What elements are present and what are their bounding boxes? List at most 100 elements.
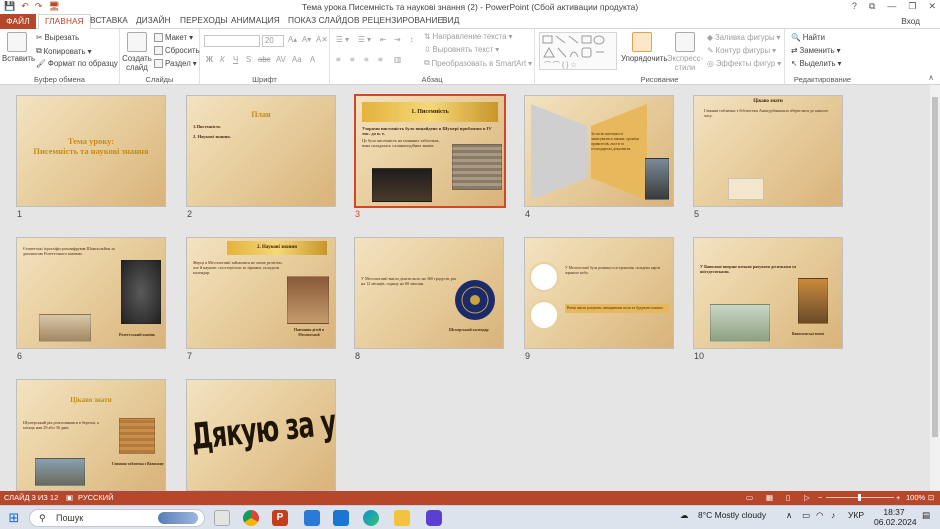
bold-button[interactable]: Ж bbox=[206, 55, 213, 64]
change-case-button[interactable]: Aa bbox=[292, 55, 302, 64]
slide-thumbnail-12[interactable]: Дякую за увагу! bbox=[186, 379, 336, 491]
bullets-icon[interactable]: ☰ ▾ bbox=[336, 35, 349, 44]
tab-insert[interactable]: ВСТАВКА bbox=[90, 15, 128, 25]
tray-chevron-icon[interactable]: ∧ bbox=[786, 510, 792, 521]
clear-format-button[interactable]: A✕ bbox=[316, 35, 328, 44]
justify-icon[interactable]: ≡ bbox=[378, 55, 383, 64]
tab-design[interactable]: ДИЗАЙН bbox=[136, 15, 171, 25]
slide-thumbnail-9[interactable]: У Месопотамії була розвинута астрономія,… bbox=[524, 237, 674, 349]
shape-outline-button[interactable]: ✎ Контур фигуры ▾ bbox=[707, 46, 776, 55]
smartart-button[interactable]: ⧉ Преобразовать в SmartArt ▾ bbox=[424, 58, 532, 68]
store-icon[interactable] bbox=[304, 510, 320, 526]
strikethrough-button[interactable]: abc bbox=[258, 55, 271, 64]
select-button[interactable]: ↖ Выделить ▾ bbox=[791, 59, 841, 68]
slide-thumbnail-10[interactable]: У Вавилоні вперше почали рахувати десятк… bbox=[693, 237, 843, 349]
format-painter-button[interactable]: 🖌 Формат по образцу bbox=[36, 59, 118, 68]
slide-sorter-view-icon[interactable]: ▦ bbox=[766, 493, 773, 502]
text-direction-button[interactable]: ⇅ Направление текста ▾ bbox=[424, 32, 512, 41]
notifications-icon[interactable]: ▤ bbox=[922, 510, 930, 521]
network-icon[interactable]: ▭ bbox=[802, 510, 810, 521]
char-spacing-button[interactable]: AV bbox=[276, 55, 286, 64]
slide-thumbnail-11[interactable]: Цікаво знати Шумерський рік розпочинався… bbox=[16, 379, 166, 491]
keyboard-language[interactable]: УКР bbox=[848, 510, 864, 520]
mail-icon[interactable] bbox=[333, 510, 349, 526]
slide-thumbnail-4[interactable]: За часів писемності записувались закони,… bbox=[524, 95, 674, 207]
arrange-button[interactable]: Упорядочить bbox=[621, 32, 667, 63]
clock[interactable]: 18:37 06.02.2024 bbox=[874, 507, 917, 527]
zoom-slider[interactable] bbox=[826, 494, 894, 501]
weather-icon[interactable]: ☁ bbox=[680, 510, 689, 521]
shape-fill-button[interactable]: ◆ Заливка фигуры ▾ bbox=[707, 33, 780, 42]
tab-view[interactable]: ВИД bbox=[442, 15, 459, 25]
shape-effects-button[interactable]: ◎ Эффекты фигур ▾ bbox=[707, 59, 781, 68]
paste-button[interactable]: Вставить bbox=[2, 32, 35, 63]
quick-styles-button[interactable]: Экспресс-стили bbox=[665, 32, 705, 72]
search-box[interactable]: ⚲ Пошук bbox=[29, 509, 205, 527]
copy-button[interactable]: ⧉ Копировать ▾ bbox=[36, 46, 91, 56]
task-view-icon[interactable] bbox=[214, 510, 230, 526]
font-name-input[interactable] bbox=[204, 35, 260, 47]
tab-home[interactable]: ГЛАВНАЯ bbox=[38, 14, 91, 30]
ribbon-display-icon[interactable]: ⧉ bbox=[869, 1, 875, 12]
reading-view-icon[interactable]: ▯ bbox=[786, 493, 790, 502]
edge-icon[interactable] bbox=[363, 510, 379, 526]
slideshow-view-icon[interactable]: ▷ bbox=[804, 493, 810, 502]
minimize-icon[interactable]: — bbox=[887, 1, 896, 12]
underline-button[interactable]: Ч bbox=[233, 55, 238, 64]
shrink-font-button[interactable]: A▾ bbox=[302, 35, 311, 44]
shadow-button[interactable]: S bbox=[246, 55, 251, 64]
normal-view-icon[interactable]: ▭ bbox=[746, 493, 753, 502]
vertical-scrollbar[interactable] bbox=[930, 85, 940, 491]
sign-in-link[interactable]: Вход bbox=[901, 16, 920, 26]
slide-thumbnail-6[interactable]: Єгипетські ієрогліфи розшифрував Шамполь… bbox=[16, 237, 166, 349]
help-icon[interactable]: ? bbox=[852, 1, 857, 12]
layout-button[interactable]: Макет ▾ bbox=[154, 33, 193, 42]
wifi-icon[interactable]: ◠ bbox=[816, 510, 823, 521]
font-size-input[interactable]: 20 bbox=[262, 35, 284, 47]
replace-button[interactable]: ⇄ Заменить ▾ bbox=[791, 46, 841, 55]
tab-slideshow[interactable]: ПОКАЗ СЛАЙДОВ bbox=[288, 15, 360, 25]
columns-icon[interactable]: ▥ bbox=[394, 55, 401, 64]
new-slide-button[interactable]: Создать слайд bbox=[122, 32, 152, 72]
tab-transitions[interactable]: ПЕРЕХОДЫ bbox=[180, 15, 228, 25]
language-indicator[interactable]: РУССКИЙ bbox=[78, 493, 114, 502]
tab-animations[interactable]: АНИМАЦИЯ bbox=[231, 15, 280, 25]
slide-thumbnail-3[interactable]: 1. Писемність Узорами писемність було ви… bbox=[354, 94, 506, 208]
powerpoint-icon[interactable]: P bbox=[272, 510, 288, 526]
proofing-icon[interactable]: ▣ bbox=[66, 493, 73, 502]
fit-slide-icon[interactable]: ⊡ bbox=[928, 493, 934, 502]
align-center-icon[interactable]: ≡ bbox=[350, 55, 355, 64]
slide-thumbnail-7[interactable]: 2. Наукові знання Жерці в Месопотамії за… bbox=[186, 237, 336, 349]
zoom-level[interactable]: 100% bbox=[906, 493, 925, 502]
font-color-button[interactable]: A bbox=[310, 55, 315, 64]
volume-icon[interactable]: ♪ bbox=[831, 510, 835, 520]
windows-start-icon[interactable]: ⊞ bbox=[6, 510, 22, 526]
cut-button[interactable]: ✂ Вырезать bbox=[36, 33, 79, 42]
italic-button[interactable]: К bbox=[220, 55, 225, 64]
align-right-icon[interactable]: ≡ bbox=[364, 55, 369, 64]
align-text-button[interactable]: ⇳ Выровнять текст ▾ bbox=[424, 45, 499, 54]
line-spacing-icon[interactable]: ↕ bbox=[410, 35, 414, 44]
scrollbar-thumb[interactable] bbox=[932, 97, 938, 437]
tab-review[interactable]: РЕЦЕНЗИРОВАНИЕ bbox=[362, 15, 443, 25]
zoom-in-icon[interactable]: + bbox=[896, 493, 900, 502]
slide-thumbnail-8[interactable]: У Месопотамії вміли ділити коло на 360 г… bbox=[354, 237, 504, 349]
increase-indent-icon[interactable]: ⇥ bbox=[394, 35, 401, 44]
zoom-out-icon[interactable]: − bbox=[818, 493, 822, 502]
align-left-icon[interactable]: ≡ bbox=[336, 55, 341, 64]
section-button[interactable]: Раздел ▾ bbox=[154, 59, 197, 68]
shapes-gallery[interactable]: ⌒ ⌒ { } ☆ bbox=[539, 32, 617, 70]
decrease-indent-icon[interactable]: ⇤ bbox=[380, 35, 387, 44]
close-icon[interactable]: ✕ bbox=[928, 1, 936, 12]
phone-link-icon[interactable] bbox=[426, 510, 442, 526]
weather-text[interactable]: 8°C Mostly cloudy bbox=[698, 510, 766, 520]
slide-thumbnail-5[interactable]: Цікаво знати Глиняні таблички з бібліоте… bbox=[693, 95, 843, 207]
find-button[interactable]: 🔍 Найти bbox=[791, 33, 825, 42]
file-explorer-icon[interactable] bbox=[394, 510, 410, 526]
chrome-icon[interactable] bbox=[243, 510, 259, 526]
numbering-icon[interactable]: ☰ ▾ bbox=[358, 35, 371, 44]
tab-file[interactable]: ФАЙЛ bbox=[0, 14, 36, 29]
restore-icon[interactable]: ❐ bbox=[908, 1, 916, 12]
slide-thumbnail-1[interactable]: Тема уроку: Писемність та наукові знання bbox=[16, 95, 166, 207]
reset-button[interactable]: Сбросить bbox=[154, 46, 200, 55]
